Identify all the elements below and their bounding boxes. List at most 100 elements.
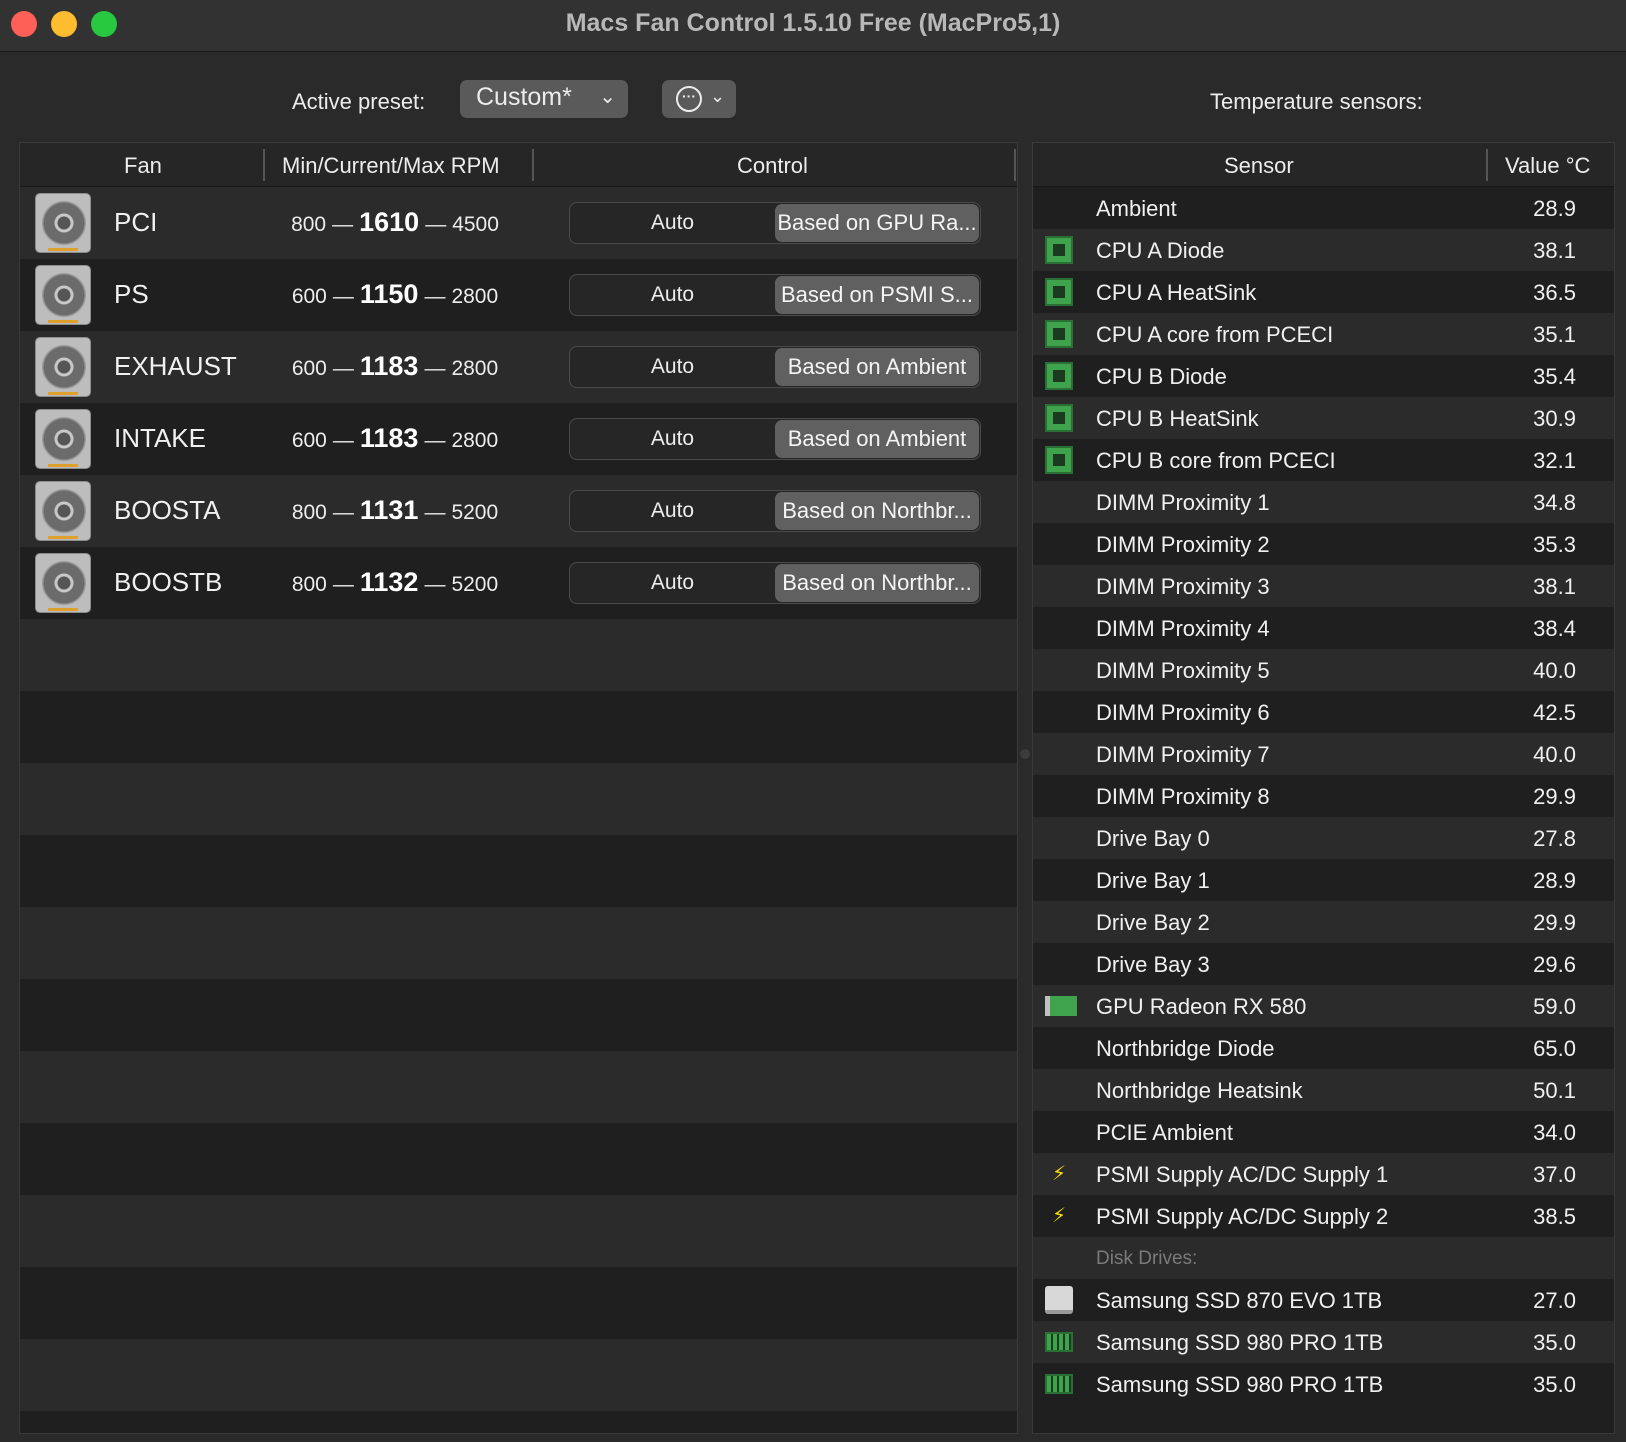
rpm-dash: — [332,429,354,452]
sensor-row[interactable]: CPU A Diode 38.1 [1033,229,1614,271]
column-header-fan[interactable]: Fan [124,153,162,179]
preset-select[interactable]: Custom* ⌄ [460,80,628,118]
sensor-value: 29.6 [1533,952,1576,977]
fan-max-rpm: 4500 [452,213,499,236]
auto-button[interactable]: Auto [570,203,775,243]
sensor-row[interactable]: Drive Bay 0 27.8 [1033,817,1614,859]
fan-current-rpm: 1132 [359,567,419,597]
sensor-row[interactable]: Samsung SSD 870 EVO 1TB 27.0 [1033,1279,1614,1321]
sensor-row[interactable]: DIMM Proximity 7 40.0 [1033,733,1614,775]
cpu-chip-icon [1045,446,1073,474]
column-divider[interactable] [1014,149,1016,181]
sensor-value: 35.0 [1533,1330,1576,1355]
sensor-row[interactable]: DIMM Proximity 8 29.9 [1033,775,1614,817]
sensor-row[interactable]: Samsung SSD 980 PRO 1TB 35.0 [1033,1321,1614,1363]
disk-drives-label: Disk Drives: [1096,1248,1198,1269]
column-divider[interactable] [263,149,265,181]
sensor-row[interactable]: GPU Radeon RX 580 59.0 [1033,985,1614,1027]
split-view-handle[interactable] [1020,749,1030,759]
custom-control-button[interactable]: Based on PSMI S... [775,276,979,314]
sensor-row[interactable]: Drive Bay 2 29.9 [1033,901,1614,943]
fan-rpm: 800—1131—5200 [270,495,520,526]
sensor-name: CPU B HeatSink [1096,406,1259,431]
fan-row[interactable]: INTAKE 600—1183—2800 Auto Based on Ambient [20,403,1017,475]
sensor-row[interactable]: Drive Bay 3 29.6 [1033,943,1614,985]
auto-button[interactable]: Auto [570,275,775,315]
fan-table: Fan Min/Current/Max RPM Control PCI 800—1… [19,142,1018,1434]
sensor-value: 38.1 [1533,238,1576,263]
sensor-row[interactable]: Northbridge Diode 65.0 [1033,1027,1614,1069]
column-header-sensor[interactable]: Sensor [1224,153,1294,179]
fan-max-rpm: 2800 [451,285,499,308]
column-header-value[interactable]: Value °C [1505,153,1590,179]
sensor-row[interactable]: ⚡ PSMI Supply AC/DC Supply 2 38.5 [1033,1195,1614,1237]
sensor-row[interactable]: PCIE Ambient 34.0 [1033,1111,1614,1153]
sensor-name: Drive Bay 2 [1096,910,1210,935]
fan-row[interactable]: BOOSTB 800—1132—5200 Auto Based on Northbr.… [20,547,1017,619]
sensor-row[interactable]: DIMM Proximity 2 35.3 [1033,523,1614,565]
rpm-dash: — [424,573,446,596]
sensor-name: DIMM Proximity 8 [1096,784,1270,809]
more-options-button[interactable]: ··· ⌄ [662,80,736,118]
rpm-dash: — [332,285,354,308]
sensor-name: Samsung SSD 980 PRO 1TB [1096,1330,1384,1355]
sensor-row[interactable]: DIMM Proximity 1 34.8 [1033,481,1614,523]
sensor-row[interactable]: CPU B core from PCECI 32.1 [1033,439,1614,481]
sensor-row[interactable]: ⚡ PSMI Supply AC/DC Supply 1 37.0 [1033,1153,1614,1195]
custom-control-button[interactable]: Based on Northbr... [775,564,979,602]
fan-row[interactable]: EXHAUST 600—1183—2800 Auto Based on Ambient [20,331,1017,403]
fan-blades [42,417,86,461]
custom-control-button[interactable]: Based on GPU Ra... [775,204,979,242]
sensor-row[interactable]: DIMM Proximity 6 42.5 [1033,691,1614,733]
sensor-row[interactable]: DIMM Proximity 3 38.1 [1033,565,1614,607]
fan-led [48,320,78,323]
sensor-name: GPU Radeon RX 580 [1096,994,1307,1019]
auto-button[interactable]: Auto [570,491,775,531]
fan-rpm: 600—1150—2800 [270,279,520,310]
sensor-row[interactable]: Drive Bay 1 28.9 [1033,859,1614,901]
fan-table-header: Fan Min/Current/Max RPM Control [20,143,1017,187]
auto-button[interactable]: Auto [570,419,775,459]
fan-icon [35,409,91,469]
fan-min-rpm: 600 [291,429,327,452]
sensor-value: 40.0 [1533,658,1576,683]
sensor-name: Drive Bay 3 [1096,952,1210,977]
fan-max-rpm: 5200 [451,501,499,524]
fan-name: EXHAUST [114,351,237,381]
sensor-name: CPU A core from PCECI [1096,322,1334,347]
column-divider[interactable] [1486,149,1488,181]
custom-control-button[interactable]: Based on Ambient [775,420,979,458]
cpu-chip-icon [1045,278,1073,306]
sensor-row[interactable]: CPU A HeatSink 36.5 [1033,271,1614,313]
fan-row[interactable]: BOOSTA 800—1131—5200 Auto Based on Northbr.… [20,475,1017,547]
sensor-row[interactable]: Samsung SSD 980 PRO 1TB 35.0 [1033,1363,1614,1405]
sata-disk-icon [1045,1286,1073,1314]
chevron-down-icon: ⌄ [599,86,616,108]
sensor-value: 35.4 [1533,364,1576,389]
fan-row[interactable]: PCI 800—1610—4500 Auto Based on GPU Ra... [20,187,1017,259]
sensor-row[interactable]: CPU A core from PCECI 35.1 [1033,313,1614,355]
auto-button[interactable]: Auto [570,347,775,387]
sensor-row[interactable]: Northbridge Heatsink 50.1 [1033,1069,1614,1111]
power-bolt-icon: ⚡ [1051,1163,1067,1185]
sensor-row[interactable]: DIMM Proximity 5 40.0 [1033,649,1614,691]
empty-row [20,1123,1017,1195]
column-divider[interactable] [532,149,534,181]
sensor-row[interactable]: DIMM Proximity 4 38.4 [1033,607,1614,649]
sensor-name: CPU A Diode [1096,238,1225,263]
fan-max-rpm: 2800 [451,357,499,380]
cpu-chip-icon [1045,320,1073,348]
sensor-name: Ambient [1096,196,1177,221]
cpu-chip-icon [1045,236,1073,264]
sensor-row[interactable]: CPU B HeatSink 30.9 [1033,397,1614,439]
sensor-row[interactable]: CPU B Diode 35.4 [1033,355,1614,397]
column-header-control[interactable]: Control [737,153,808,179]
sensor-row[interactable]: Ambient 28.9 [1033,187,1614,229]
custom-control-button[interactable]: Based on Northbr... [775,492,979,530]
auto-button[interactable]: Auto [570,563,775,603]
fan-max-rpm: 5200 [451,573,499,596]
custom-control-button[interactable]: Based on Ambient [775,348,979,386]
fan-row[interactable]: PS 600—1150—2800 Auto Based on PSMI S... [20,259,1017,331]
sensor-value: 50.1 [1533,1078,1576,1103]
column-header-rpm[interactable]: Min/Current/Max RPM [282,153,500,179]
